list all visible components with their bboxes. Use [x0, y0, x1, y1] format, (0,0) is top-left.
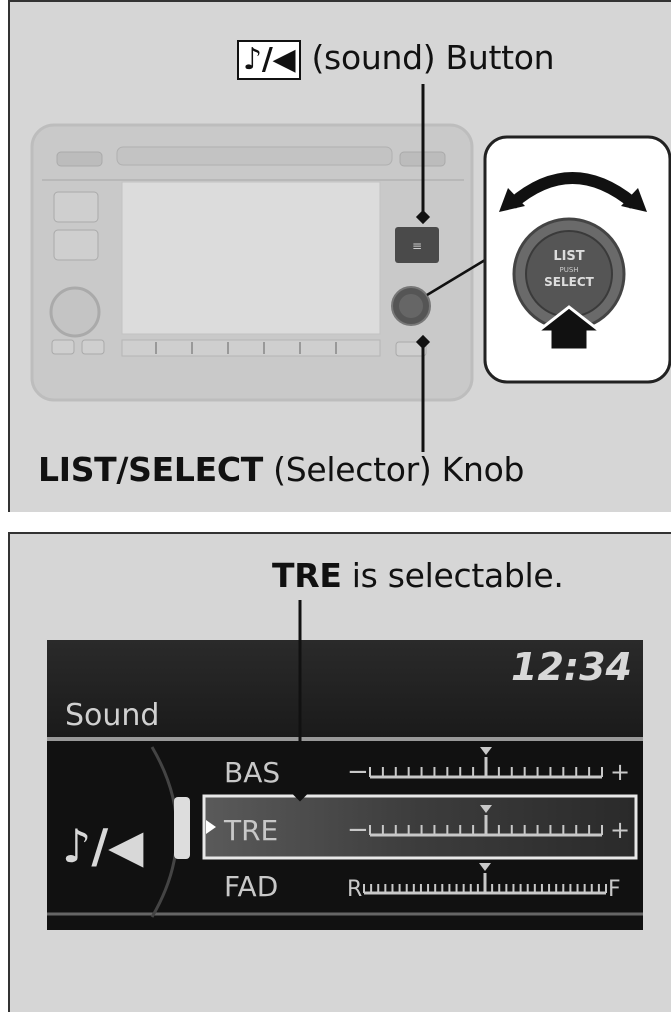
sound-display-illustration: 12:34 Sound ♪/◀ BAS TRE FAD − + − + R F [47, 600, 643, 930]
left-button-2 [53, 229, 99, 261]
tre-plus-label: + [610, 816, 630, 844]
bas-plus-label: + [610, 758, 630, 786]
fad-rear-label: R [347, 877, 362, 902]
selector-knob-label-text: (Selector) Knob [273, 450, 525, 489]
audio-unit-panel: ≡ LIST PUSH SELECT ♪/◀ (sound) Button LI… [8, 0, 671, 512]
sound-title: Sound [65, 698, 159, 733]
knob-text-list: LIST [553, 249, 584, 264]
sound-button-icon: ♪/◀ [237, 39, 302, 80]
sound-mode-icon: ♪/◀ [62, 819, 144, 873]
tre-minus-label: − [347, 815, 369, 845]
sound-button-label: ♪/◀ (sound) Button [237, 38, 555, 80]
selector-knob-label-bold: LIST/SELECT [38, 450, 263, 489]
disc-slot [116, 146, 393, 166]
sound-screen-panel: TRE is selectable. 12:34 Sound ♪/◀ BAS T… [8, 532, 671, 1012]
knob-text-select: SELECT [544, 275, 594, 289]
row-label-tre[interactable]: TRE [223, 814, 278, 847]
row-label-bas[interactable]: BAS [224, 756, 280, 789]
selector-knob-label: LIST/SELECT (Selector) Knob [38, 450, 524, 489]
fad-front-label: F [608, 877, 621, 902]
unit-sound-button-glyph: ≡ [412, 239, 422, 253]
volume-knob [49, 286, 101, 338]
clock-display: 12:34 [511, 645, 632, 689]
knob-text-push: PUSH [559, 266, 578, 274]
unit-screen [121, 181, 381, 335]
preset-bar [121, 339, 381, 357]
row-label-fad[interactable]: FAD [224, 870, 278, 903]
left-button-1 [53, 191, 99, 223]
top-left-button [56, 151, 103, 167]
sound-button-label-text: (sound) Button [311, 38, 555, 77]
bas-minus-label: − [347, 757, 369, 787]
volume-bar-icon [174, 797, 190, 859]
